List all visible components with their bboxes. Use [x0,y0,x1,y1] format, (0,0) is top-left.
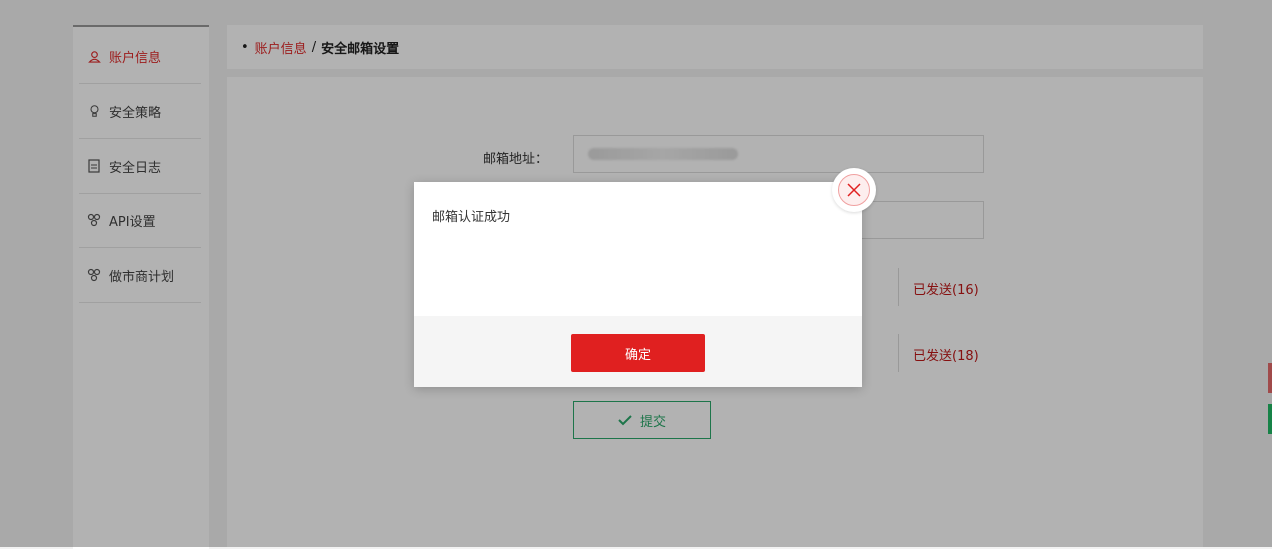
close-dialog-button[interactable] [832,168,876,212]
dialog-message: 邮箱认证成功 [432,210,511,225]
close-icon [838,174,870,206]
confirm-button[interactable]: 确定 [571,334,705,372]
dialog-footer: 确定 [414,316,862,387]
success-dialog: 邮箱认证成功 确定 [414,182,862,387]
